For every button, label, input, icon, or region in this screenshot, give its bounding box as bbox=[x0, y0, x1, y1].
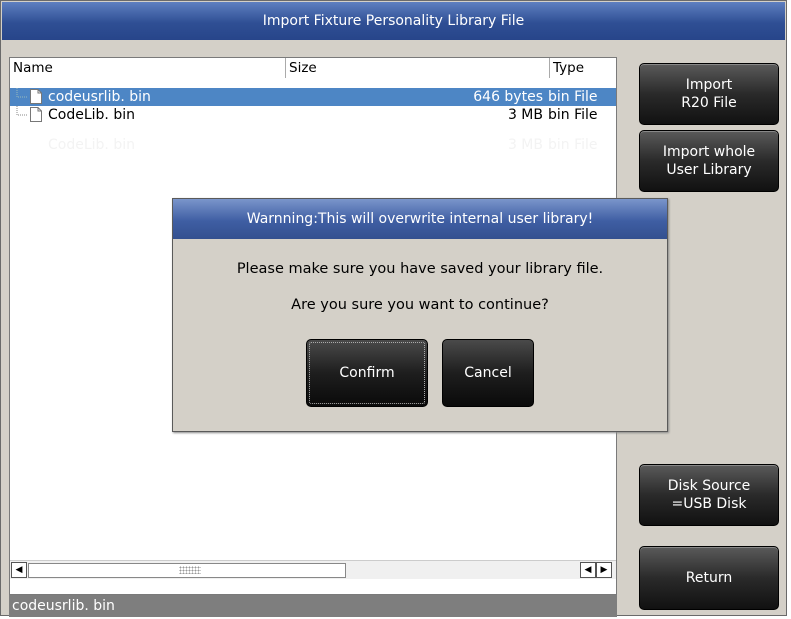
ghost-file-type: bin File bbox=[548, 137, 598, 153]
import-whole-user-library-button[interactable]: Import whole User Library bbox=[639, 130, 779, 192]
dialog-message-line-2: Are you sure you want to continue? bbox=[291, 297, 549, 313]
return-button[interactable]: Return bbox=[639, 546, 779, 610]
file-list-header: Name Size Type bbox=[10, 58, 616, 78]
scroll-left-icon[interactable]: ◀ bbox=[580, 562, 596, 578]
horizontal-scrollbar[interactable]: ◀ ◀ ▶ bbox=[10, 560, 616, 579]
dialog-title: Warnning:This will overwrite internal us… bbox=[173, 199, 667, 239]
file-name: CodeLib. bin bbox=[48, 107, 135, 123]
file-size: 3 MB bbox=[507, 107, 543, 123]
import-r20-file-button[interactable]: Import R20 File bbox=[639, 63, 779, 125]
dialog-message-line-1: Please make sure you have saved your lib… bbox=[236, 261, 604, 277]
ghost-file-name: CodeLib. bin bbox=[48, 137, 135, 153]
tree-connector-icon bbox=[16, 88, 27, 98]
column-header-size[interactable]: Size bbox=[286, 58, 550, 78]
file-type: bin File bbox=[548, 89, 598, 105]
tree-connector-icon bbox=[16, 106, 27, 116]
scroll-thumb[interactable] bbox=[28, 563, 346, 578]
import-library-window: Import Fixture Personality Library File … bbox=[0, 0, 787, 617]
disk-source-button[interactable]: Disk Source =USB Disk bbox=[639, 464, 779, 526]
window-title: Import Fixture Personality Library File bbox=[2, 2, 785, 40]
warning-dialog: Warnning:This will overwrite internal us… bbox=[172, 198, 668, 432]
file-size: 646 bytes bbox=[473, 89, 543, 105]
column-header-name[interactable]: Name bbox=[10, 58, 286, 78]
scroll-left-icon[interactable]: ◀ bbox=[11, 562, 27, 578]
file-row-codelib[interactable]: CodeLib. bin 3 MB bin File bbox=[10, 106, 616, 124]
ghost-file-size: 3 MB bbox=[507, 137, 543, 153]
scroll-right-icon[interactable]: ▶ bbox=[596, 562, 612, 578]
file-name: codeusrlib. bin bbox=[48, 89, 151, 105]
grip-icon bbox=[179, 566, 201, 574]
status-bar: codeusrlib. bin bbox=[9, 595, 617, 617]
ghost-drag-row: CodeLib. bin 3 MB bin File bbox=[10, 136, 616, 154]
confirm-button[interactable]: Confirm bbox=[306, 339, 428, 407]
cancel-button[interactable]: Cancel bbox=[442, 339, 534, 407]
column-header-type[interactable]: Type bbox=[550, 58, 616, 78]
file-icon bbox=[30, 89, 42, 104]
file-icon bbox=[30, 107, 42, 122]
file-type: bin File bbox=[548, 107, 598, 123]
file-row-codeusrlib[interactable]: codeusrlib. bin 646 bytes bin File bbox=[10, 88, 616, 106]
